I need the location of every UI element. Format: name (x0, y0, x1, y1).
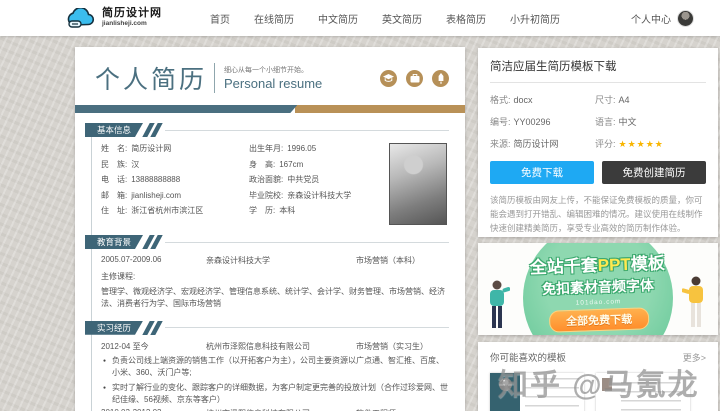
basic-row: 住 址: 浙江省杭州市滨江区 (101, 206, 204, 215)
section-header-education: 教育背景 (85, 235, 449, 249)
briefcase-icon (406, 69, 423, 87)
basic-row: 电 话: 13888888888 (101, 175, 181, 184)
basic-row: 身 高: 167cm (249, 159, 304, 169)
template-title: 简洁应届生简历模板下载 (490, 58, 706, 83)
basic-row: 毕业院校: 亲森设计科技大学 (249, 190, 352, 200)
site-logo[interactable]: 简历设计网 jianlisheji.com (66, 7, 162, 29)
user-area: 个人中心 (631, 9, 694, 27)
user-center-link[interactable]: 个人中心 (631, 11, 671, 26)
section-header-basic: 基本信息 (85, 123, 449, 137)
ad-cta-button[interactable]: 全部免费下载 (548, 307, 650, 333)
meta-number: 编号: YY00296 (490, 117, 551, 127)
top-navbar: 简历设计网 jianlisheji.com 首页 在线简历 中文简历 英文简历 … (0, 0, 720, 36)
resume-header: 个人简历 细心从每一个小细节开始。 Personal resume (75, 47, 465, 102)
courses-list: 管理学、微观经济学、宏观经济学、管理信息系统、统计学、会计学、财务管理、市场营销… (101, 287, 445, 309)
basic-info: 姓 名: 简历设计网 民 族: 汉 电 话: 13888888888 邮 箱: jian… (95, 143, 449, 225)
template-meta: 格式: docx 尺寸: A4 编号: YY00296 语言: 中文 来源: 简历设计网 … (490, 93, 706, 150)
basic-row: 学 历: 本科 (249, 206, 296, 215)
pen-icon (432, 69, 449, 87)
job-bullet: 负责公司线上端资源的销售工作（以开拓客户为主），公司主要资源以广点通、智汇推、百… (95, 355, 449, 379)
nav-item-chinese-resume[interactable]: 中文简历 (318, 11, 358, 26)
job-bullet: 实时了解行业的变化、跟踪客户的详细数据，为客户制定更完善的投放计划（合作过珍爱网… (95, 382, 449, 406)
timeline-line (91, 123, 92, 411)
meta-rating: 评分: ★★★★★ (595, 139, 664, 149)
template-detail-card: 简洁应届生简历模板下载 格式: docx 尺寸: A4 编号: YY00296 语言:… (478, 48, 718, 237)
nav-item-english-resume[interactable]: 英文简历 (382, 11, 422, 26)
create-resume-button[interactable]: 免费创建简历 (602, 161, 706, 184)
cloud-logo-icon (66, 7, 96, 29)
resume-slogan: 细心从每一个小细节开始。 (224, 67, 309, 74)
divider (214, 63, 216, 93)
job-row: 2012-04 至今 杭州市泽熙信息科技有限公司 市场营销（实习生） (101, 341, 428, 351)
header-band (75, 105, 465, 113)
avatar[interactable] (677, 9, 694, 27)
ad-banner[interactable]: 全站千套PPT模板 免扣素材音频字体 101dao.com 全部免费下载 (478, 243, 718, 335)
meta-language: 语言: 中文 (595, 117, 637, 127)
section-header-internship: 实习经历 (85, 320, 449, 335)
courses-label: 主修课程: (101, 272, 136, 281)
resume-preview: 个人简历 细心从每一个小细节开始。 Personal resume 基本信息 姓… (75, 47, 465, 411)
nav-item-table-resume[interactable]: 表格简历 (446, 11, 486, 26)
meta-format: 格式: docx (490, 95, 533, 105)
logo-domain: jianlisheji.com (102, 20, 147, 28)
basic-row: 出生年月: 1996.05 (249, 144, 317, 153)
meta-size: 尺寸: A4 (595, 95, 630, 105)
nav-item-home[interactable]: 首页 (210, 11, 230, 26)
basic-row: 民 族: 汉 (101, 159, 140, 169)
basic-row: 邮 箱: jianlisheji.com (101, 190, 182, 200)
nav-item-online-resume[interactable]: 在线简历 (254, 11, 294, 26)
main-menu: 首页 在线简历 中文简历 英文简历 表格简历 小升初简历 (210, 11, 560, 26)
logo-title: 简历设计网 (102, 7, 162, 20)
education-row: 2005.07-2009.06 亲森设计科技大学 市场营销（本科） (101, 255, 420, 265)
free-download-button[interactable]: 免费下载 (490, 161, 594, 184)
watermark: 知乎 @马氪龙 (498, 369, 700, 402)
basic-row: 政治面貌: 中共党员 (249, 175, 320, 184)
id-photo (389, 143, 447, 225)
resume-subtitle-en: Personal resume (224, 76, 323, 91)
meta-source: 来源: 简历设计网 (490, 139, 559, 149)
rating-stars: ★★★★★ (618, 139, 664, 149)
basic-row: 姓 名: 简历设计网 (101, 144, 172, 153)
resume-title: 个人简历 (95, 66, 208, 94)
nav-item-primary-resume[interactable]: 小升初简历 (510, 11, 560, 26)
upload-notice: 该简历模板由网友上传，不能保证免费模板的质量，你可能会遇到打开错乱、编辑困难的情… (490, 195, 703, 234)
graduation-cap-icon (380, 69, 397, 87)
